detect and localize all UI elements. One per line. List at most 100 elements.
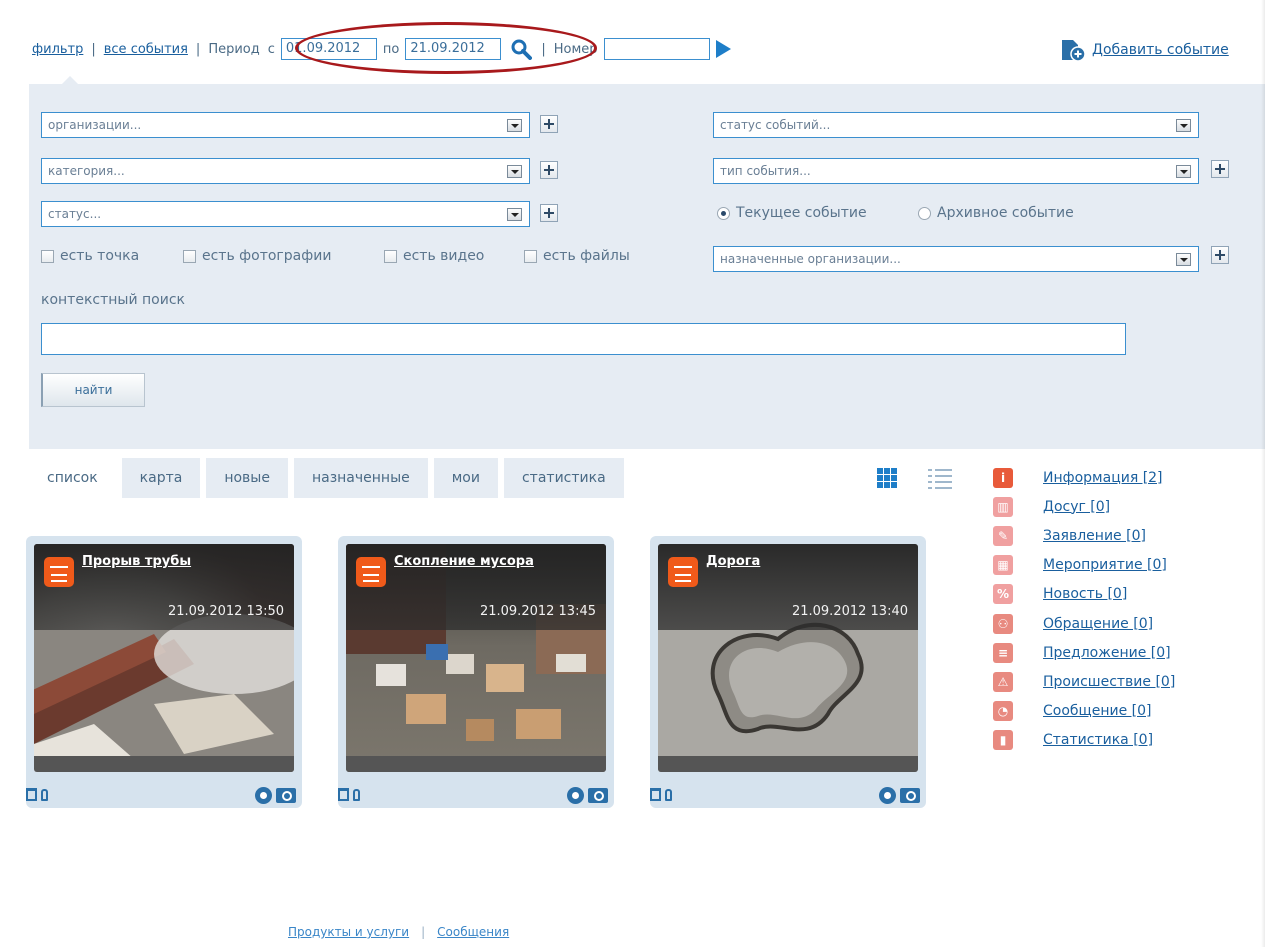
has-photos-checkbox[interactable]: есть фотографии [183,248,331,264]
category-link[interactable]: Новость [0] [1043,586,1127,602]
card-title[interactable]: Скопление мусора [394,554,534,569]
category-link[interactable]: Статистика [0] [1043,732,1153,748]
tab-new[interactable]: новые [206,458,288,498]
radio-circle[interactable] [918,206,931,220]
category-item[interactable]: ◔ Сообщение [0] [993,697,1175,726]
category-link[interactable]: Сообщение [0] [1043,703,1152,719]
assigned-orgs-select[interactable]: назначенные организации... [713,246,1199,272]
category-item[interactable]: ▥ Досуг [0] [993,492,1175,521]
camera-icon[interactable] [588,788,608,803]
category-link[interactable]: Происшествие [0] [1043,674,1175,690]
filter-link[interactable]: фильтр [32,42,83,57]
radio-label: Архивное событие [937,205,1074,221]
footer-messages-link[interactable]: Сообщения [437,925,509,939]
find-button[interactable]: найти [41,373,145,407]
event-card[interactable]: Прорыв трубы 21.09.2012 13:50 [26,536,302,808]
camera-icon[interactable] [900,788,920,803]
list-view-icon[interactable] [928,468,952,489]
radio-circle[interactable] [717,206,730,220]
grid-view-icon[interactable] [876,467,898,489]
radio-label: Текущее событие [736,205,867,221]
checkbox-label: есть файлы [543,248,630,264]
event-status-select[interactable]: статус событий... [713,112,1199,138]
card-title[interactable]: Дорога [706,554,760,569]
category-item[interactable]: ⚠ Происшествие [0] [993,667,1175,696]
organizations-select[interactable]: организации... [41,112,530,138]
category-link[interactable]: Заявление [0] [1043,528,1146,544]
current-event-radio[interactable]: Текущее событие [717,205,867,221]
target-icon[interactable] [567,787,584,804]
tab-list[interactable]: список [29,458,116,498]
card-title[interactable]: Прорыв трубы [82,554,191,569]
camera-icon[interactable] [276,788,296,803]
event-photo[interactable]: Скопление мусора 21.09.2012 13:45 [346,544,606,772]
category-item[interactable]: ≡ Предложение [0] [993,638,1175,667]
checkbox-box[interactable] [183,249,196,263]
trash-icon[interactable] [338,788,349,801]
chevron-down-icon[interactable] [507,119,522,132]
card-actions-right [879,787,920,804]
chevron-down-icon[interactable] [507,165,522,178]
chevron-down-icon[interactable] [1176,119,1191,132]
has-point-checkbox[interactable]: есть точка [41,248,139,264]
event-type-select[interactable]: тип события... [713,158,1199,184]
add-organization-button[interactable] [540,115,558,133]
category-link[interactable]: Предложение [0] [1043,645,1171,661]
checkbox-box[interactable] [524,249,537,263]
chevron-down-icon[interactable] [507,208,522,221]
add-document-icon [1062,40,1086,62]
chevron-down-icon[interactable] [1176,253,1191,266]
organizations-select-value: организации... [48,118,142,132]
category-link[interactable]: Обращение [0] [1043,616,1153,632]
status-select[interactable]: статус... [41,201,530,227]
tab-statistics[interactable]: статистика [503,458,624,498]
pin-icon[interactable] [665,788,672,801]
category-item[interactable]: ⚇ Обращение [0] [993,609,1175,638]
card-header: Скопление мусора 21.09.2012 13:45 [346,544,606,630]
add-status-button[interactable] [540,204,558,222]
target-icon[interactable] [879,787,896,804]
add-event-type-button[interactable] [1211,160,1229,178]
checkbox-box[interactable] [41,249,54,263]
archive-event-radio[interactable]: Архивное событие [918,205,1074,221]
context-search-input[interactable] [41,323,1126,355]
event-card[interactable]: Скопление мусора 21.09.2012 13:45 [338,536,614,808]
add-assigned-org-button[interactable] [1211,246,1229,264]
category-link[interactable]: Информация [2] [1043,470,1163,486]
category-item[interactable]: ▦ Мероприятие [0] [993,551,1175,580]
news-icon: % [993,584,1013,605]
play-icon[interactable] [715,40,731,58]
category-item[interactable]: ✎ Заявление [0] [993,521,1175,550]
target-icon[interactable] [255,787,272,804]
event-photo[interactable]: Дорога 21.09.2012 13:40 [658,544,918,772]
tab-map[interactable]: карта [121,458,201,498]
pin-icon[interactable] [41,788,48,801]
pin-icon[interactable] [353,788,360,801]
chevron-down-icon[interactable] [1176,165,1191,178]
add-event[interactable]: Добавить событие [1060,38,1229,62]
all-events-link[interactable]: все события [104,42,188,57]
calendar-icon: ▦ [993,555,1013,576]
tab-assigned[interactable]: назначенные [293,458,428,498]
category-icon [44,557,74,587]
category-item[interactable]: % Новость [0] [993,580,1175,609]
category-select-value: категория... [48,164,125,178]
event-photo[interactable]: Прорыв трубы 21.09.2012 13:50 [34,544,294,772]
has-files-checkbox[interactable]: есть файлы [524,248,630,264]
add-category-button[interactable] [540,161,558,179]
category-select[interactable]: категория... [41,158,530,184]
footer-products-link[interactable]: Продукты и услуги [288,925,409,939]
trash-icon[interactable] [650,788,661,801]
card-actions-right [567,787,608,804]
category-item[interactable]: ▮ Статистика [0] [993,726,1175,755]
has-video-checkbox[interactable]: есть видео [384,248,484,264]
tab-mine[interactable]: мои [433,458,498,498]
number-input[interactable] [603,38,710,60]
category-link[interactable]: Досуг [0] [1043,499,1110,515]
trash-icon[interactable] [26,788,37,801]
event-card[interactable]: Дорога 21.09.2012 13:40 [650,536,926,808]
category-item[interactable]: i Информация [2] [993,463,1175,492]
add-event-link[interactable]: Добавить событие [1092,42,1229,58]
category-link[interactable]: Мероприятие [0] [1043,557,1167,573]
checkbox-box[interactable] [384,249,397,263]
